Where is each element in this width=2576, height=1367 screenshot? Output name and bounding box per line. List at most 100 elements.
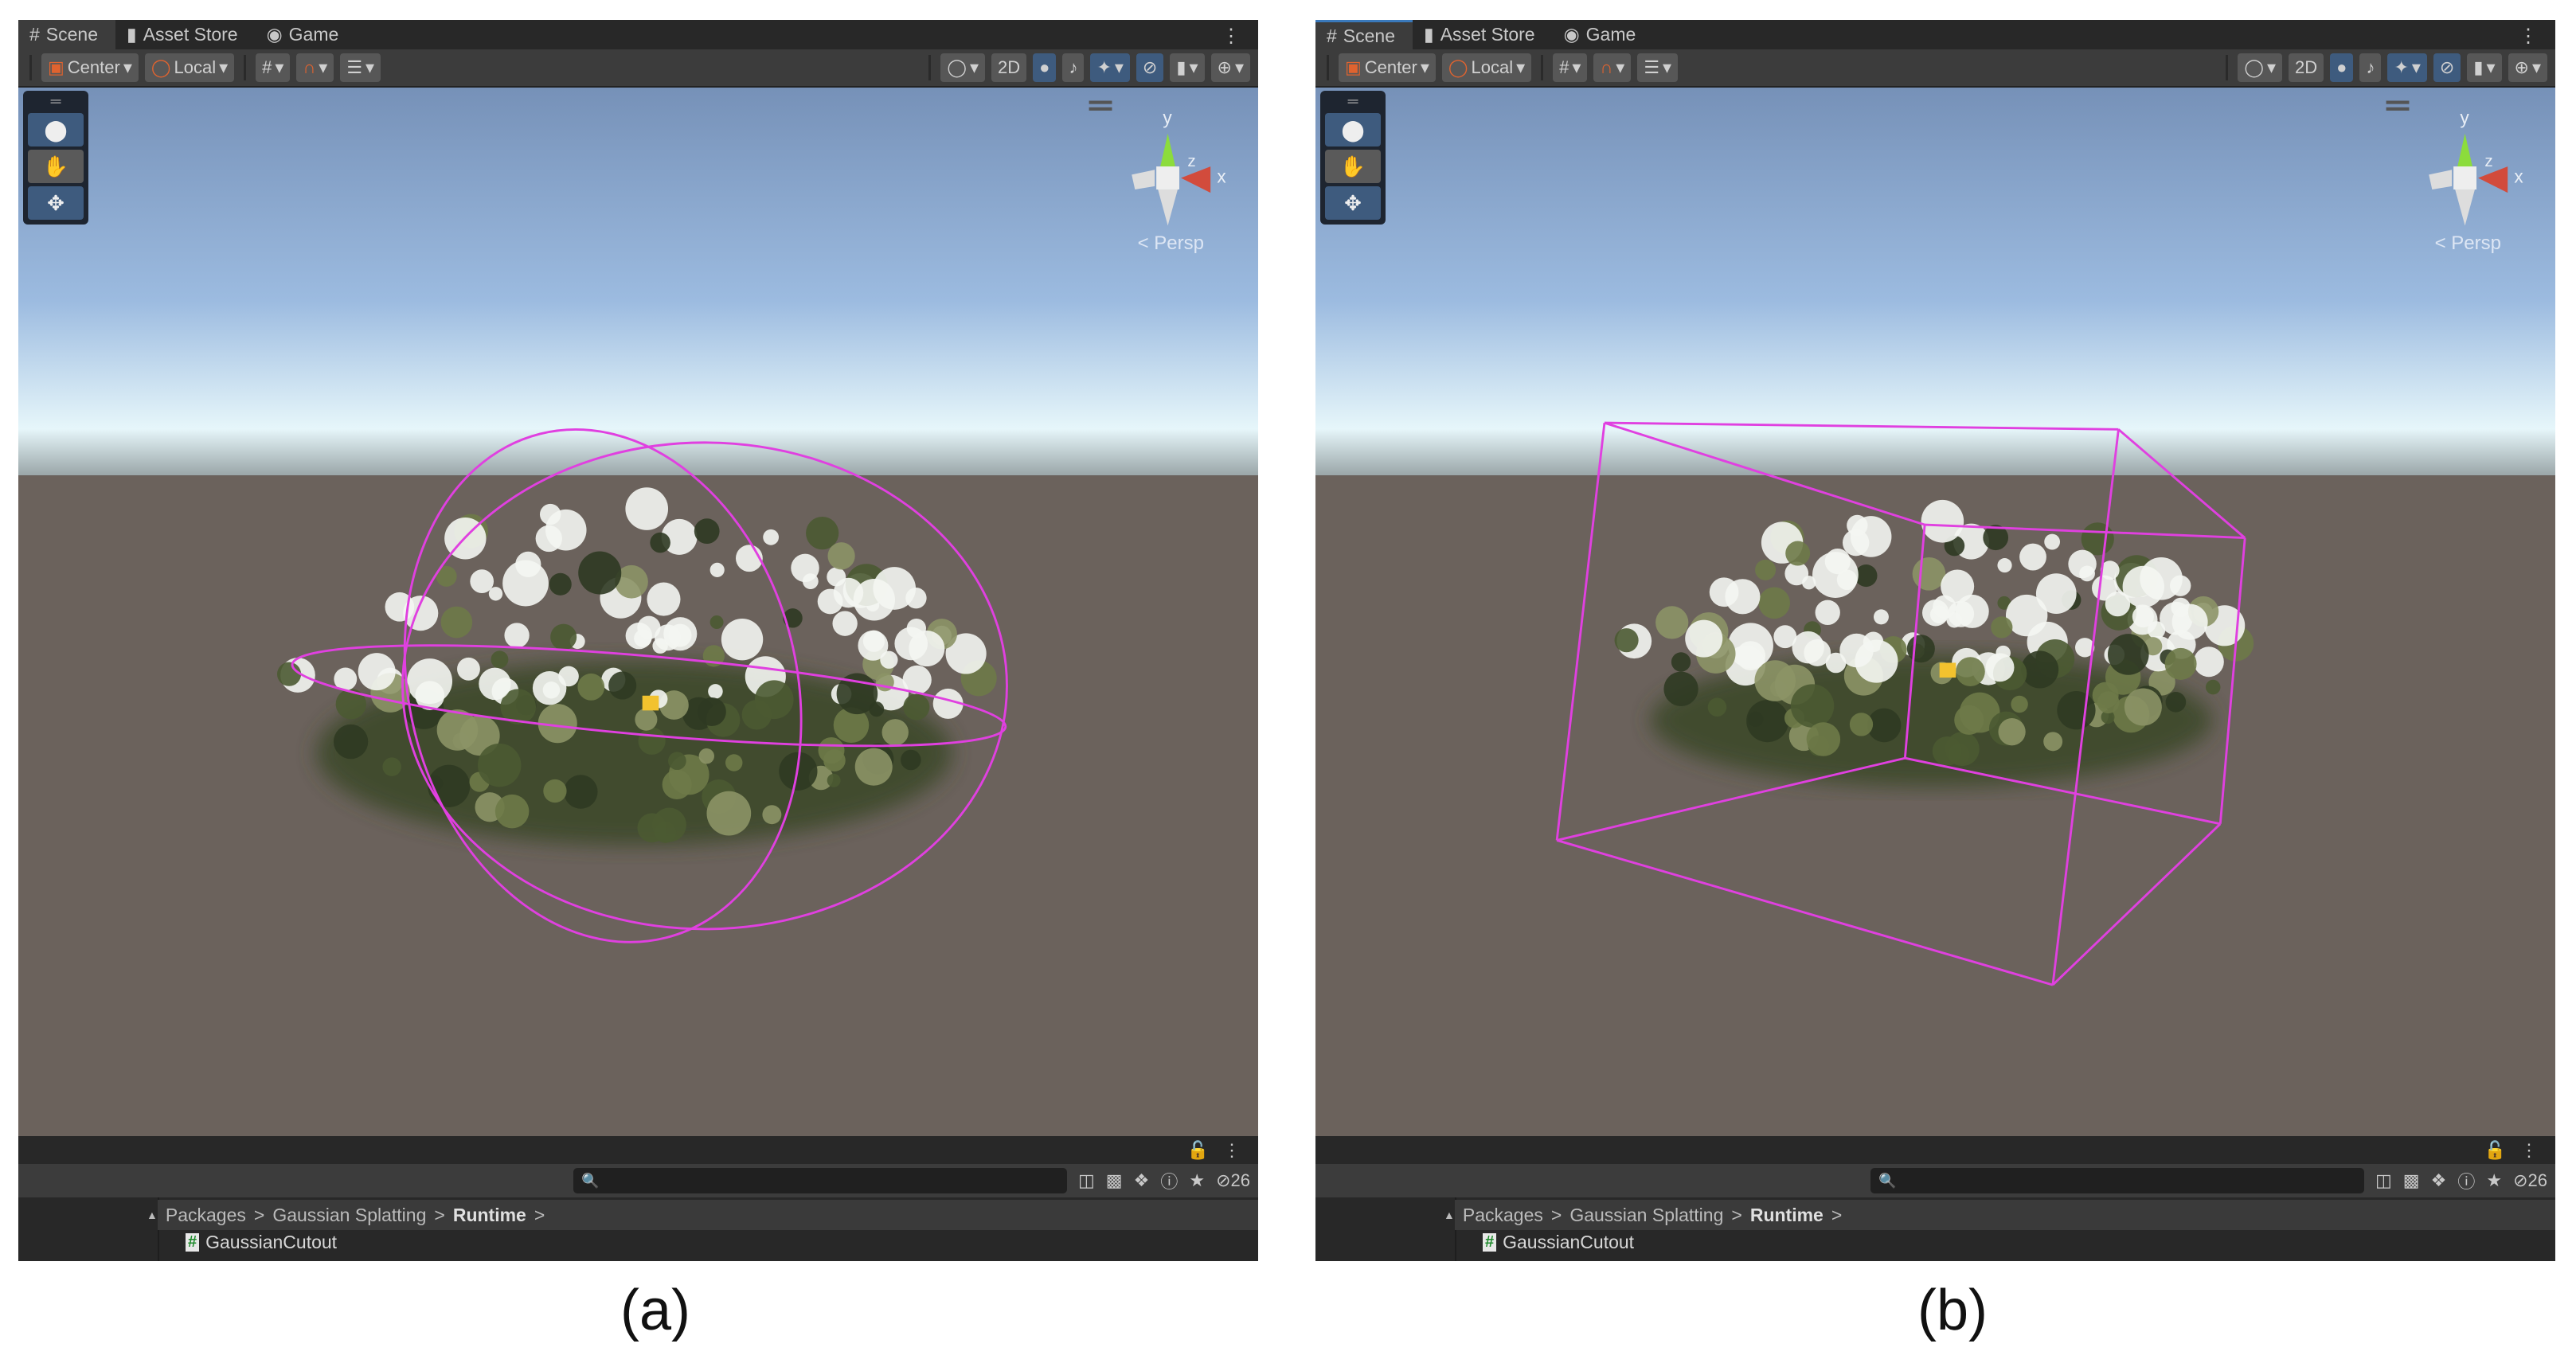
tab-game[interactable]: ◉ Game xyxy=(256,20,357,49)
audio-toggle[interactable]: ♪ xyxy=(1062,53,1085,82)
breadcrumb-packages[interactable]: Packages xyxy=(1463,1205,1543,1226)
align-button[interactable]: ☰ ▾ xyxy=(1637,53,1679,82)
camera-dropdown[interactable]: ▮ ▾ xyxy=(2467,53,2502,82)
toolbar-grip-right[interactable] xyxy=(928,55,932,80)
tab-scene[interactable]: # Scene xyxy=(1315,20,1413,49)
overlay-handle-icon[interactable]: ═ xyxy=(28,94,84,110)
scene-viewport[interactable]: y x z ═ ⬤ ✋ ✥ < Persp xyxy=(18,88,1258,1136)
projection-label[interactable]: < Persp xyxy=(2435,232,2501,255)
toolbar-grip[interactable] xyxy=(29,55,32,80)
tab-asset-store[interactable]: ▮ Asset Store xyxy=(115,20,256,49)
favorite-star-icon[interactable]: ★ xyxy=(1189,1170,1205,1191)
collapse-arrow-icon[interactable]: ▲ xyxy=(147,1209,158,1221)
file-item[interactable]: # GaussianCutout xyxy=(1483,1232,1634,1253)
gizmos-dropdown[interactable]: ⊕ ▾ xyxy=(2508,53,2547,82)
toggle-2d-button[interactable]: 2D xyxy=(991,53,1027,82)
toolbar-grip-right[interactable] xyxy=(2226,55,2229,80)
hidden-packages-toggle[interactable]: ⊘26 xyxy=(2513,1170,2547,1191)
grid-snap-button[interactable]: # ▾ xyxy=(256,53,291,82)
lighting-toggle[interactable]: ● xyxy=(1033,53,1057,82)
draw-mode-dropdown[interactable]: ◯ ▾ xyxy=(2238,53,2283,82)
lock-icon[interactable]: 🔓 xyxy=(1187,1140,1209,1161)
toggle-2d-button[interactable]: 2D xyxy=(2289,53,2324,82)
warning-icon[interactable]: ⓘ xyxy=(2457,1168,2475,1193)
search-by-type-icon[interactable]: ◫ xyxy=(1078,1170,1095,1191)
project-panel: 🔓 ⋮ 🔍 ◫ ▩ ❖ ⓘ ★ ⊘26 ▲ Packages > Gaussian … xyxy=(18,1136,1258,1261)
more-menu-icon[interactable]: ⋮ xyxy=(1222,25,1241,48)
hidden-objects-toggle[interactable]: ⊘ xyxy=(2433,53,2461,82)
grid-icon: # xyxy=(29,24,40,45)
tab-game[interactable]: ◉ Game xyxy=(1553,20,1654,49)
collapse-arrow-icon[interactable]: ▲ xyxy=(1444,1209,1455,1221)
search-icon: 🔍 xyxy=(1878,1172,1897,1189)
local-icon: ◯ xyxy=(150,57,171,77)
search-icon: 🔍 xyxy=(581,1172,600,1189)
pivot-dropdown[interactable]: ▣ Center ▾ xyxy=(41,53,139,82)
tab-asset-store[interactable]: ▮ Asset Store xyxy=(1413,20,1553,49)
magnet-icon: ∩ xyxy=(1600,57,1613,77)
unity-scene-window-b: # Scene ▮ Asset Store ◉ Game ⋮ ▣ Center ▾ ◯ Lo… xyxy=(1315,20,2555,1261)
search-input[interactable]: 🔍 xyxy=(573,1168,1067,1193)
more-menu-icon[interactable]: ⋮ xyxy=(2519,25,2538,48)
view-tool-button[interactable]: ⬤ xyxy=(1325,113,1381,146)
search-input[interactable]: 🔍 xyxy=(1870,1168,2364,1193)
gamepad-icon: ◉ xyxy=(1563,24,1580,45)
gizmos-dropdown[interactable]: ⊕ ▾ xyxy=(1210,53,1250,82)
align-icon: ☰ xyxy=(346,57,363,77)
space-dropdown[interactable]: ◯ Local ▾ xyxy=(144,53,235,82)
hidden-packages-toggle[interactable]: ⊘26 xyxy=(1216,1170,1250,1191)
overlay-handle-icon[interactable]: ═ xyxy=(1325,94,1381,110)
toolbar-grip[interactable] xyxy=(1327,55,1329,80)
csharp-script-icon: # xyxy=(186,1233,200,1252)
label-tag-icon[interactable]: ❖ xyxy=(2431,1170,2447,1191)
favorite-star-icon[interactable]: ★ xyxy=(2486,1170,2502,1191)
projection-label[interactable]: < Persp xyxy=(1138,232,1204,255)
breadcrumb-runtime[interactable]: Runtime xyxy=(453,1205,526,1226)
svg-text:z: z xyxy=(1187,152,1195,170)
search-by-type-icon[interactable]: ◫ xyxy=(2375,1170,2392,1191)
breadcrumb-runtime[interactable]: Runtime xyxy=(1750,1205,1824,1226)
lighting-toggle[interactable]: ● xyxy=(2330,53,2354,82)
camera-dropdown[interactable]: ▮ ▾ xyxy=(1170,53,1205,82)
space-dropdown[interactable]: ◯ Local ▾ xyxy=(1441,53,1532,82)
scene-viewport[interactable]: y x z ═ ⬤ ✋ ✥ < Persp xyxy=(1315,88,2555,1136)
more-menu-icon[interactable]: ⋮ xyxy=(1223,1140,1241,1161)
snap-increment-button[interactable]: ∩ ▾ xyxy=(1593,53,1632,82)
warning-icon[interactable]: ⓘ xyxy=(1160,1168,1178,1193)
tab-bar: # Scene ▮ Asset Store ◉ Game ⋮ xyxy=(1315,20,2555,49)
draw-mode-dropdown[interactable]: ◯ ▾ xyxy=(940,53,986,82)
filter-type-icon[interactable]: ▩ xyxy=(2403,1170,2420,1191)
view-tool-button[interactable]: ⬤ xyxy=(28,113,84,146)
breadcrumb-gaussian-splatting[interactable]: Gaussian Splatting xyxy=(272,1205,426,1226)
toolbar-separator xyxy=(244,55,247,80)
hand-tool-button[interactable]: ✋ xyxy=(1325,150,1381,183)
camera-icon: ▮ xyxy=(1176,57,1186,77)
lock-icon[interactable]: 🔓 xyxy=(2484,1140,2506,1161)
align-button[interactable]: ☰ ▾ xyxy=(340,53,381,82)
svg-text:z: z xyxy=(2484,152,2492,170)
pivot-icon: ▣ xyxy=(48,57,64,77)
move-tool-button[interactable]: ✥ xyxy=(28,186,84,220)
snap-increment-button[interactable]: ∩ ▾ xyxy=(296,53,334,82)
more-menu-icon[interactable]: ⋮ xyxy=(2520,1140,2538,1161)
file-item[interactable]: # GaussianCutout xyxy=(186,1232,337,1253)
grid-snap-button[interactable]: # ▾ xyxy=(1553,53,1588,82)
move-arrows-icon: ✥ xyxy=(47,190,64,215)
breadcrumb-packages[interactable]: Packages xyxy=(166,1205,246,1226)
pivot-dropdown[interactable]: ▣ Center ▾ xyxy=(1339,53,1436,82)
tab-scene[interactable]: # Scene xyxy=(18,20,116,49)
label-tag-icon[interactable]: ❖ xyxy=(1134,1170,1150,1191)
breadcrumb-gaussian-splatting[interactable]: Gaussian Splatting xyxy=(1569,1205,1723,1226)
pivot-icon: ▣ xyxy=(1345,57,1362,77)
magnet-icon: ∩ xyxy=(303,57,316,77)
filter-type-icon[interactable]: ▩ xyxy=(1106,1170,1123,1191)
hidden-objects-toggle[interactable]: ⊘ xyxy=(1136,53,1164,82)
caption-a: (a) xyxy=(620,1279,690,1342)
tool-overlay: ═ ⬤ ✋ ✥ xyxy=(1320,91,1386,225)
audio-toggle[interactable]: ♪ xyxy=(2359,53,2382,82)
move-tool-button[interactable]: ✥ xyxy=(1325,186,1381,220)
effects-dropdown[interactable]: ✦ ▾ xyxy=(2387,53,2427,82)
effects-dropdown[interactable]: ✦ ▾ xyxy=(1090,53,1130,82)
hand-tool-button[interactable]: ✋ xyxy=(28,150,84,183)
audio-muted-icon: ♪ xyxy=(1069,57,1078,77)
